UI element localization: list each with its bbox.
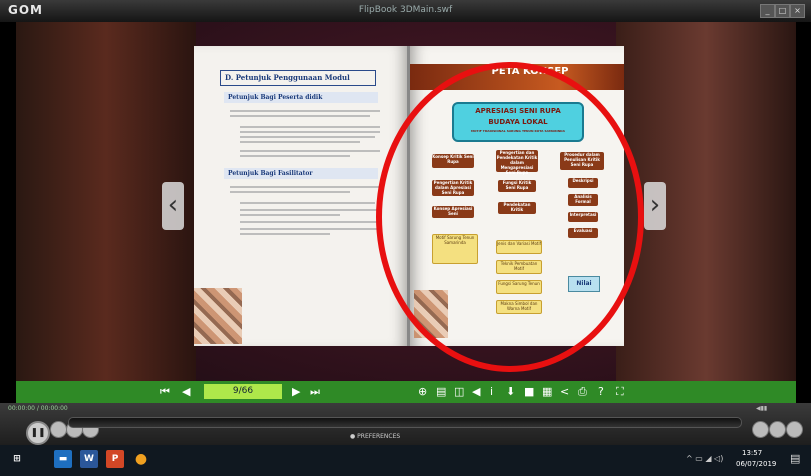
section-heading-learner: Petunjuk Bagi Peserta didik bbox=[224, 92, 378, 103]
text-line bbox=[240, 214, 340, 216]
text-line bbox=[240, 150, 380, 152]
text-line bbox=[230, 191, 350, 193]
text-line bbox=[230, 186, 380, 188]
notification-icon[interactable]: ▤ bbox=[790, 452, 800, 465]
fullscreen-icon[interactable]: ⛶ bbox=[616, 385, 624, 399]
grid-icon[interactable]: ▦ bbox=[542, 385, 552, 398]
menu-button[interactable] bbox=[786, 421, 803, 438]
start-icon[interactable]: ⊞ bbox=[8, 450, 26, 468]
next-page-icon[interactable]: ▶ bbox=[292, 385, 300, 398]
page-number-field[interactable]: 9/66 bbox=[204, 384, 282, 399]
settings-button[interactable] bbox=[769, 421, 786, 438]
pause-button[interactable]: ❚❚ bbox=[26, 421, 50, 445]
help-icon[interactable]: ? bbox=[598, 385, 604, 398]
decorative-pattern bbox=[194, 288, 242, 344]
close-button[interactable]: × bbox=[790, 4, 805, 18]
previous-page-icon[interactable]: ◀ bbox=[182, 385, 190, 398]
info-icon[interactable]: i bbox=[490, 385, 493, 398]
text-line bbox=[240, 155, 350, 157]
thumbnails-icon[interactable]: ◫ bbox=[454, 385, 464, 398]
left-page-header: D. Petunjuk Penggunaan Modul bbox=[220, 70, 376, 86]
left-page[interactable]: D. Petunjuk Penggunaan Modul Petunjuk Ba… bbox=[194, 46, 408, 346]
print-icon[interactable]: ⎙ bbox=[578, 385, 587, 399]
section-heading-facilitator: Petunjuk Bagi Fasilitator bbox=[224, 168, 378, 179]
clock-date: 06/07/2019 bbox=[736, 460, 777, 468]
text-line bbox=[240, 126, 380, 128]
text-line bbox=[230, 115, 370, 117]
previous-page-arrow[interactable]: ‹ bbox=[162, 182, 184, 230]
first-page-icon[interactable]: ⏮ bbox=[160, 385, 170, 399]
powerpoint-icon[interactable]: P bbox=[106, 450, 124, 468]
volume-indicator[interactable]: ◀▮▮ bbox=[756, 405, 767, 412]
last-page-icon[interactable]: ⏭ bbox=[310, 385, 320, 399]
flipbook-toolbar bbox=[16, 381, 796, 403]
text-line bbox=[240, 136, 375, 138]
bookmark-icon[interactable]: ■ bbox=[524, 385, 534, 398]
window-title: FlipBook 3DMain.swf bbox=[358, 5, 453, 15]
minimize-button[interactable]: _ bbox=[760, 4, 775, 18]
text-line bbox=[240, 221, 380, 223]
playlist-button[interactable] bbox=[752, 421, 769, 438]
highlight-circle bbox=[376, 62, 644, 372]
text-line bbox=[230, 110, 380, 112]
time-display: 00:00:00 / 00:00:00 bbox=[8, 405, 68, 412]
sound-icon[interactable]: ◀ bbox=[472, 385, 480, 398]
text-line bbox=[240, 131, 380, 133]
preferences-link[interactable]: ● PREFERENCES bbox=[350, 433, 400, 440]
gom-player-icon[interactable]: ● bbox=[132, 450, 150, 468]
text-line bbox=[240, 202, 375, 204]
word-icon[interactable]: W bbox=[80, 450, 98, 468]
stop-button[interactable] bbox=[50, 421, 67, 438]
seek-bar[interactable] bbox=[68, 417, 742, 428]
system-tray[interactable]: ^ ▭ ◢ ◁) bbox=[686, 454, 723, 463]
preferences-label: PREFERENCES bbox=[357, 433, 401, 440]
zoom-icon[interactable]: ⊕ bbox=[418, 385, 427, 398]
maximize-button[interactable]: □ bbox=[775, 4, 790, 18]
text-line bbox=[240, 209, 380, 211]
text-line bbox=[240, 141, 360, 143]
text-line bbox=[240, 233, 330, 235]
next-page-arrow[interactable]: › bbox=[644, 182, 666, 230]
file-explorer-icon[interactable]: ▬ bbox=[54, 450, 72, 468]
download-icon[interactable]: ⬇ bbox=[506, 385, 515, 398]
share-icon[interactable]: < bbox=[560, 385, 569, 398]
clock-time: 13:57 bbox=[742, 449, 763, 457]
table-of-contents-icon[interactable]: ▤ bbox=[436, 385, 446, 398]
text-line bbox=[240, 228, 380, 230]
